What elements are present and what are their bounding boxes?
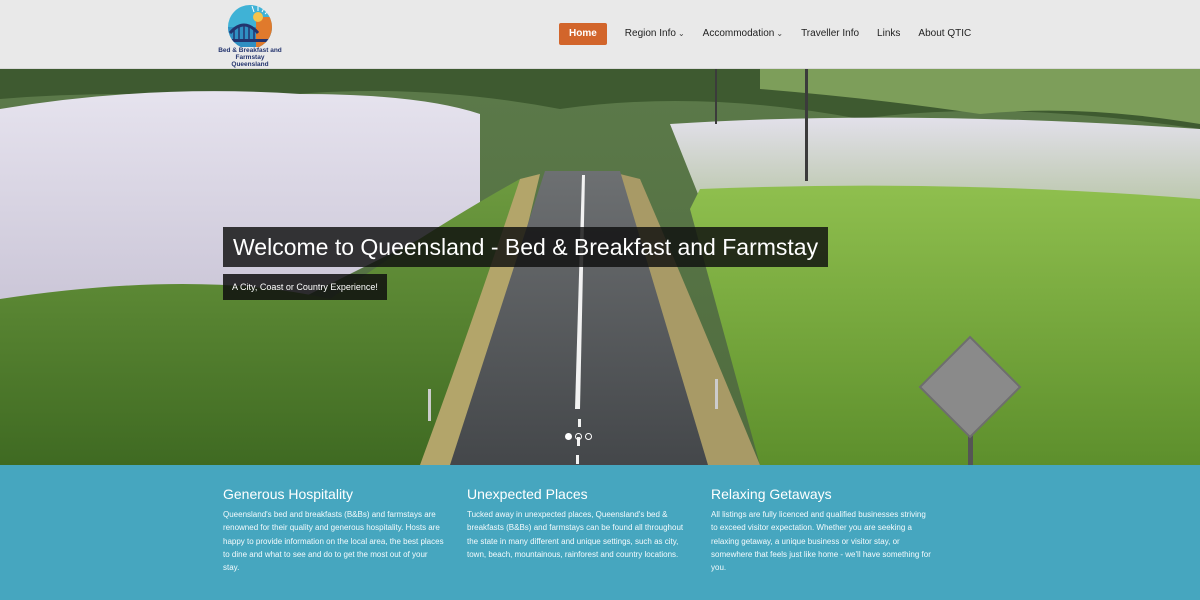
feature-text: Queensland's bed and breakfasts (B&Bs) a… — [223, 510, 444, 573]
nav-accommodation-label: Accommodation — [702, 28, 775, 39]
hero-image — [0, 69, 1200, 465]
main-nav: Home Region Info ⌄ Accommodation ⌄ Travell… — [559, 23, 989, 45]
nav-links-label: Links — [877, 28, 901, 39]
hero-slider: Welcome to Queensland - Bed & Breakfast … — [0, 69, 1200, 465]
nav-home-label: Home — [569, 28, 597, 39]
slider-dot-1[interactable] — [565, 433, 572, 440]
nav-accommodation[interactable]: Accommodation ⌄ — [703, 23, 783, 45]
nav-traveller-info[interactable]: Traveller Info — [801, 23, 859, 45]
logo-text: Bed & Breakfast and Farmstay Queensland — [218, 47, 282, 68]
site-header: Bed & Breakfast and Farmstay Queensland … — [0, 0, 1200, 69]
feature-text: All listings are fully licenced and qual… — [711, 510, 931, 573]
hero-title: Welcome to Queensland - Bed & Breakfast … — [223, 227, 829, 267]
logo-emblem-icon — [228, 5, 272, 47]
nav-traveller-info-label: Traveller Info — [801, 28, 860, 39]
logo-text-line2: Farmstay Queensland — [231, 54, 269, 68]
feature-text: Tucked away in unexpected places, Queens… — [467, 510, 684, 559]
nav-about-qtic-label: About QTIC — [918, 28, 972, 39]
feature-generous-hospitality: Generous Hospitality Queensland's bed an… — [223, 486, 445, 574]
hero-subtitle: A City, Coast or Country Experience! — [223, 274, 387, 300]
feature-unexpected-places: Unexpected Places Tucked away in unexpec… — [467, 486, 689, 561]
slider-dot-3[interactable] — [585, 433, 592, 440]
feature-title: Unexpected Places — [467, 486, 588, 502]
chevron-down-icon: ⌄ — [776, 29, 784, 38]
nav-home[interactable]: Home — [559, 23, 607, 45]
nav-region-info[interactable]: Region Info ⌄ — [625, 23, 685, 45]
slider-pagination — [565, 433, 592, 440]
nav-about-qtic[interactable]: About QTIC — [918, 23, 971, 45]
feature-relaxing-getaways: Relaxing Getaways All listings are fully… — [711, 486, 933, 574]
chevron-down-icon: ⌄ — [677, 29, 685, 38]
logo-text-line1: Bed & Breakfast and — [218, 47, 282, 54]
features-band: Generous Hospitality Queensland's bed an… — [0, 465, 1200, 600]
nav-links[interactable]: Links — [877, 23, 900, 45]
slider-dot-2[interactable] — [575, 433, 582, 440]
feature-title: Relaxing Getaways — [711, 486, 832, 502]
nav-region-info-label: Region Info — [624, 28, 676, 39]
site-logo[interactable]: Bed & Breakfast and Farmstay Queensland — [218, 3, 282, 68]
feature-title: Generous Hospitality — [223, 486, 353, 502]
